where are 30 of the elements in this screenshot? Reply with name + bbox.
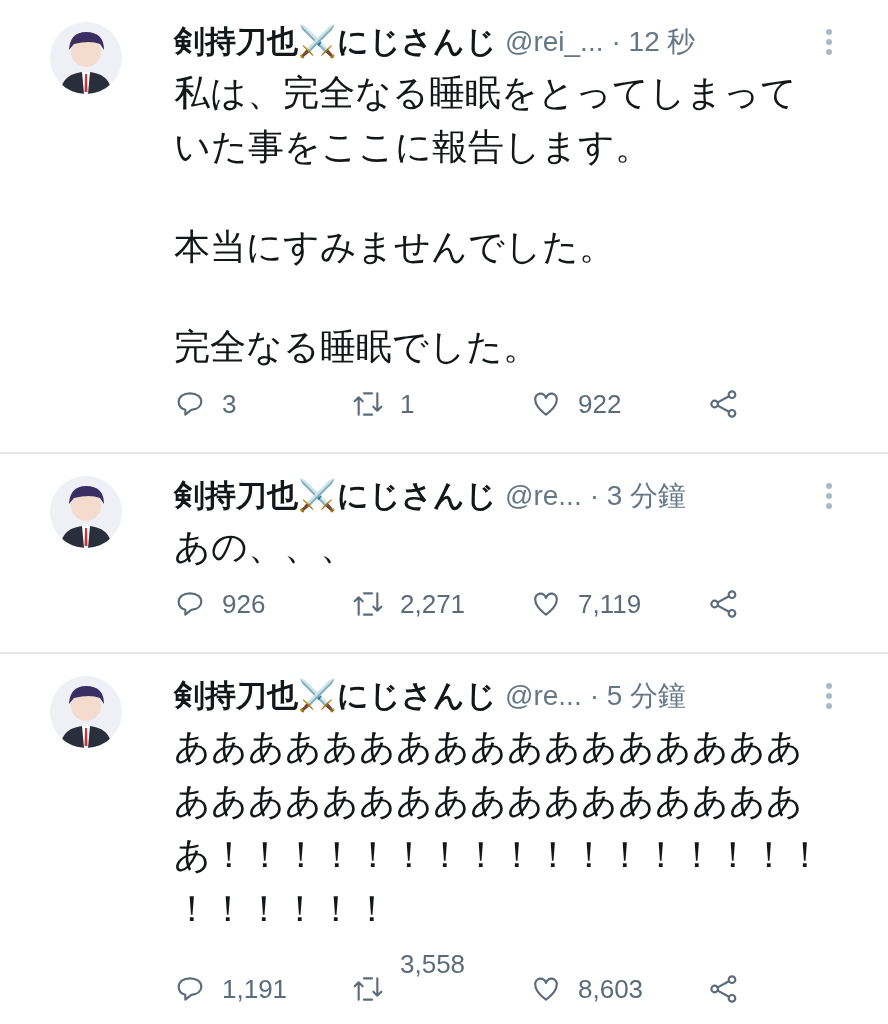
count: 3 — [222, 388, 237, 421]
count: 926 — [222, 588, 266, 621]
handle: @re... — [505, 479, 582, 513]
tweet-text: あああああああああああああああああああああああああああああああああああ！！！！！！！！！！！！！！！！！！！！！！！ — [174, 725, 824, 931]
action-button[interactable]: 3 — [174, 384, 352, 424]
action-button[interactable]: 8,603 — [530, 969, 708, 1009]
display-name: 剣持刀也⚔にじさんじ — [174, 676, 497, 715]
count: 8,603 — [578, 973, 644, 1006]
timestamp: · 5 分鐘 — [589, 679, 687, 713]
display-name: 剣持刀也⚔にじさんじ — [174, 22, 497, 61]
action-button[interactable]: 926 — [174, 584, 352, 624]
action-button[interactable]: 2,271 — [352, 584, 530, 624]
count: 2,271 — [400, 588, 466, 621]
action-button[interactable]: 1 — [352, 384, 530, 424]
count: 1 — [400, 388, 415, 421]
handle: @re... — [505, 679, 582, 713]
action-button[interactable]: 7,119 — [530, 584, 708, 624]
count: 3,558 — [400, 948, 466, 981]
count: 7,119 — [578, 588, 642, 621]
action-button[interactable]: 3,558 — [352, 944, 530, 1024]
action-button[interactable]: 1,191 — [174, 969, 352, 1009]
tweet-text: あの、、、 — [174, 525, 357, 569]
handle: @rei_... — [505, 25, 604, 59]
count: 922 — [578, 388, 622, 421]
timestamp: · 3 分鐘 — [589, 479, 687, 513]
action-button[interactable]: 922 — [530, 384, 708, 424]
count: 1,191 — [222, 973, 288, 1006]
tweet-text: 私は、完全なる睡眠をとってしまっていた事をここに報告します。 本当にすみませんでした。 完全なる睡眠でした。 — [174, 71, 798, 369]
timestamp: · 12 秒 — [611, 25, 696, 59]
display-name: 剣持刀也⚔にじさんじ — [174, 476, 497, 515]
